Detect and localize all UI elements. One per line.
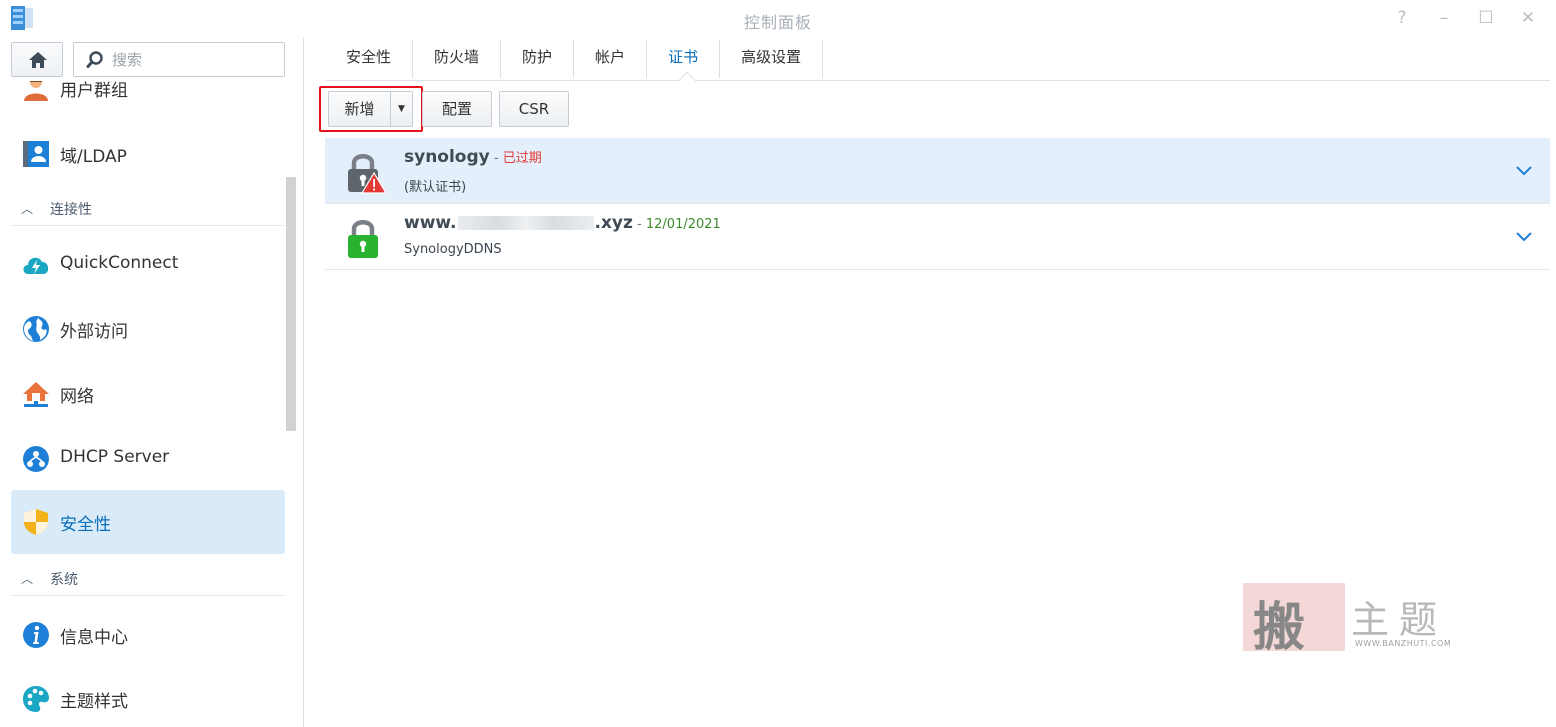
- sidebar-item-security[interactable]: 安全性: [11, 490, 285, 554]
- certificate-domain: synology: [404, 147, 490, 167]
- sidebar-item-label: 主题样式: [60, 692, 128, 712]
- sidebar-item-label: 外部访问: [60, 322, 128, 342]
- sidebar-item-info-center[interactable]: 信息中心: [11, 603, 285, 667]
- window-titlebar: 控制面板 ? – ☐ ✕: [0, 0, 1556, 37]
- valid-lock-icon: [348, 220, 378, 258]
- sidebar-item-label: DHCP Server: [60, 447, 170, 467]
- certificate-domain-suffix: .xyz: [594, 213, 633, 233]
- network-icon: [23, 382, 49, 407]
- window-controls: ? – ☐ ✕: [1392, 8, 1538, 28]
- sidebar-item-label: 域/LDAP: [60, 147, 127, 167]
- sidebar-item-dhcp-server[interactable]: DHCP Server: [11, 427, 285, 491]
- domain-ldap-icon: [23, 141, 49, 167]
- close-icon[interactable]: ✕: [1518, 8, 1538, 28]
- sidebar-item-network[interactable]: 网络: [11, 362, 285, 426]
- section-label: 系统: [50, 572, 78, 588]
- tab-account[interactable]: 帐户: [574, 40, 648, 78]
- new-button-highlight: [319, 86, 423, 132]
- redacted-domain: [457, 216, 594, 230]
- chevron-up-icon: ︿: [21, 572, 34, 586]
- sidebar-item-label: 安全性: [60, 515, 111, 535]
- sidebar-item-label: 网络: [60, 387, 94, 407]
- config-button[interactable]: 配置: [422, 91, 492, 127]
- csr-button[interactable]: CSR: [499, 91, 569, 127]
- sidebar-item-theme-style[interactable]: 主题样式: [11, 667, 285, 727]
- sidebar-item-external-access[interactable]: 外部访问: [11, 297, 285, 361]
- chevron-down-icon[interactable]: [1514, 226, 1534, 246]
- home-icon: [29, 52, 47, 68]
- tab-protection[interactable]: 防护: [501, 40, 575, 78]
- section-label: 连接性: [50, 202, 92, 218]
- theme-style-icon: [23, 686, 49, 712]
- search-box[interactable]: [73, 42, 285, 77]
- watermark-title: 主题: [1351, 598, 1448, 642]
- tab-advanced-settings[interactable]: 高级设置: [720, 40, 824, 78]
- sidebar-item-quickconnect[interactable]: QuickConnect: [11, 233, 285, 297]
- help-icon[interactable]: ?: [1392, 8, 1412, 28]
- sidebar-item-domain-ldap[interactable]: 域/LDAP: [11, 122, 285, 186]
- sidebar-scrollbar[interactable]: [286, 177, 296, 431]
- certificate-expiry-date: 12/01/2021: [645, 217, 721, 232]
- minimize-icon[interactable]: –: [1434, 8, 1454, 28]
- expired-lock-icon: [348, 154, 387, 194]
- certificate-name: synology - 已过期: [404, 147, 542, 167]
- search-input[interactable]: [112, 43, 277, 76]
- quickconnect-icon: [23, 257, 49, 274]
- section-connectivity[interactable]: ︿ 连接性: [11, 190, 285, 226]
- sidebar-item-label: 信息中心: [60, 628, 128, 648]
- search-icon: [86, 51, 103, 68]
- dhcp-server-icon: [23, 446, 49, 472]
- certificate-subtitle: (默认证书): [404, 180, 467, 195]
- certificate-name: www. .xyz - 12/01/2021: [404, 213, 721, 233]
- chevron-down-icon[interactable]: [1514, 160, 1534, 180]
- external-access-icon: [23, 316, 49, 342]
- tab-divider: [325, 80, 1550, 81]
- security-shield-icon: [24, 509, 48, 535]
- watermark-logo: 搬 主题 WWW.BANZHUTI.COM: [1243, 583, 1473, 658]
- tab-bar: 安全性 防火墙 防护 帐户 证书 高级设置: [325, 40, 824, 78]
- certificate-row[interactable]: www. .xyz - 12/01/2021 SynologyDDNS: [325, 204, 1550, 270]
- sidebar-item-label: QuickConnect: [60, 253, 179, 273]
- window-title: 控制面板: [743, 13, 812, 32]
- certificate-subtitle: SynologyDDNS: [404, 242, 502, 257]
- sidebar-header: [0, 37, 303, 81]
- certificate-domain-prefix: www.: [404, 213, 457, 233]
- tab-certificate[interactable]: 证书: [647, 40, 721, 78]
- certificate-row[interactable]: synology - 已过期 (默认证书): [325, 138, 1550, 204]
- tab-security[interactable]: 安全性: [325, 40, 414, 78]
- watermark-url: WWW.BANZHUTI.COM: [1355, 639, 1452, 648]
- info-center-icon: [23, 622, 49, 648]
- sidebar: 用户群组 域/LDAP ︿ 连接性 QuickConnect 外部访问 网络 D…: [0, 37, 304, 727]
- home-button[interactable]: [11, 42, 63, 77]
- tab-firewall[interactable]: 防火墙: [413, 40, 502, 78]
- chevron-up-icon: ︿: [21, 202, 34, 216]
- section-system[interactable]: ︿ 系统: [11, 560, 285, 596]
- maximize-icon[interactable]: ☐: [1476, 8, 1496, 28]
- watermark-seal: 搬: [1243, 583, 1345, 658]
- certificate-status-expired: 已过期: [502, 151, 542, 166]
